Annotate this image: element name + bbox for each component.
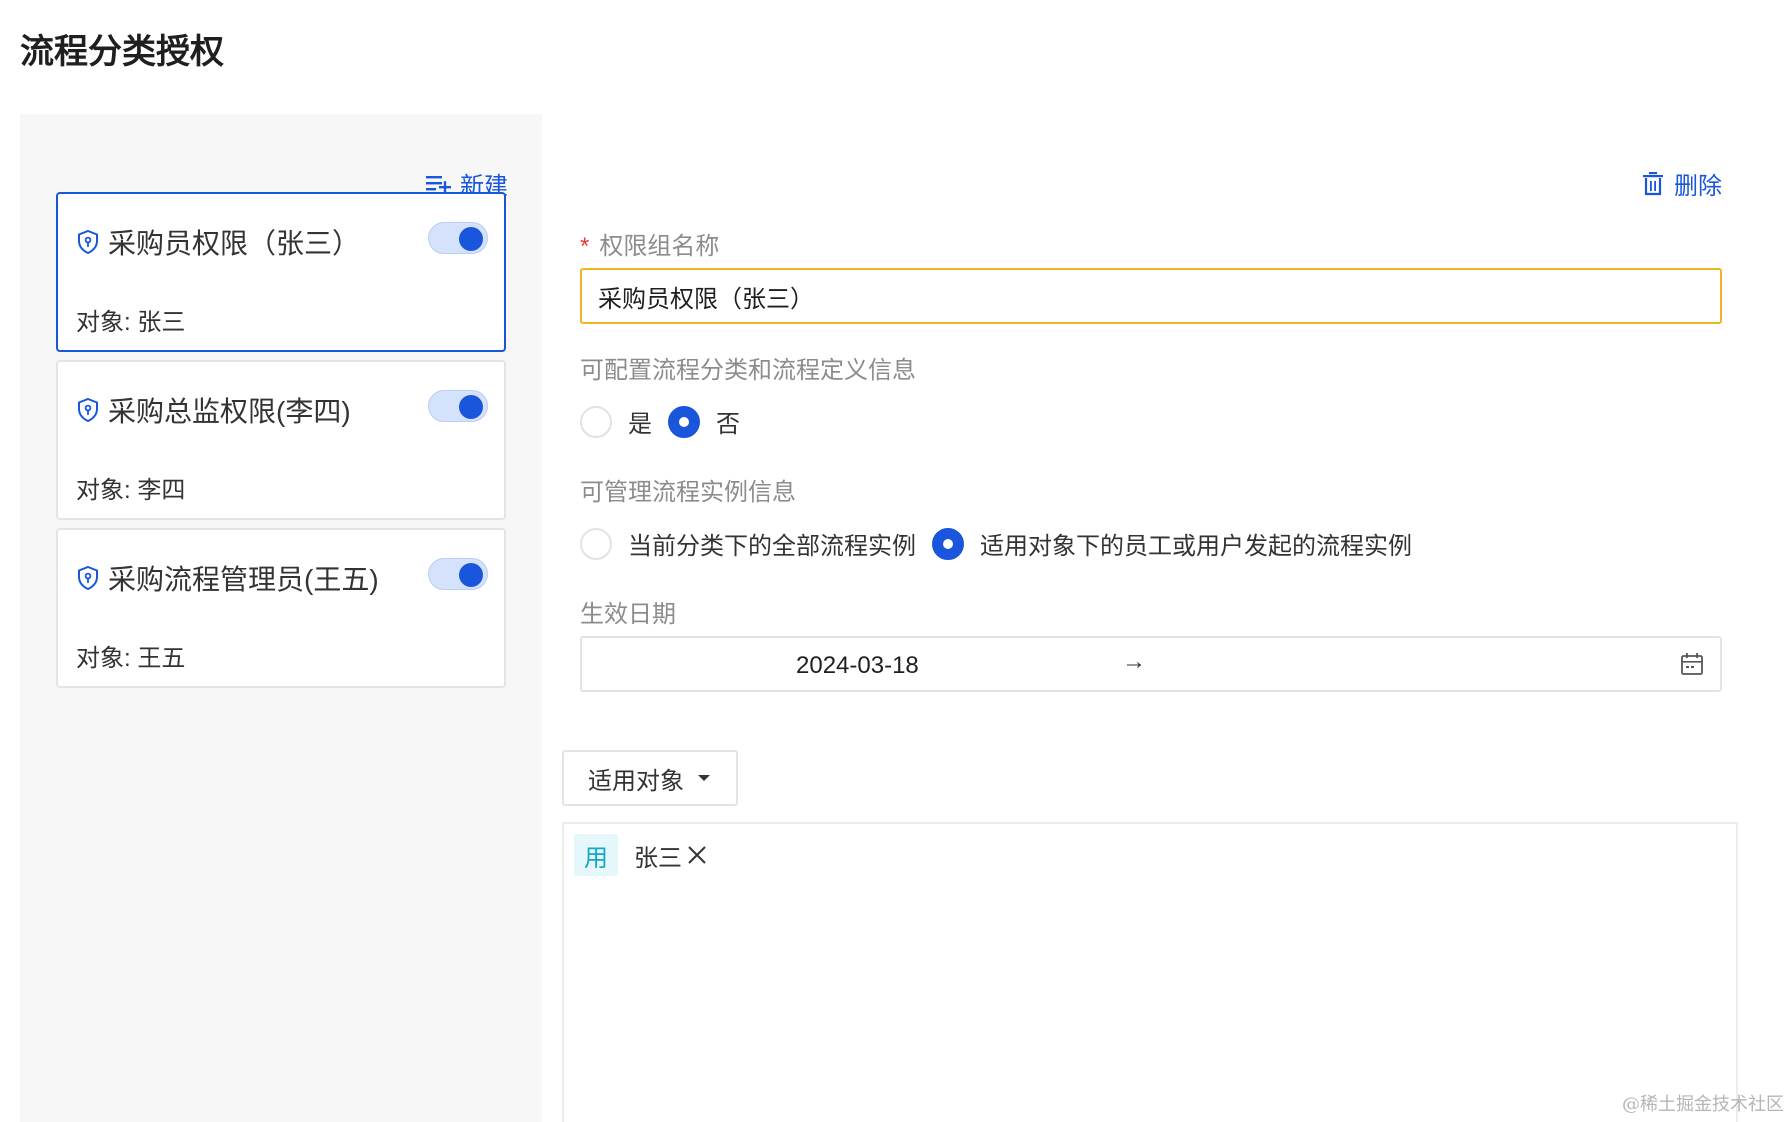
group-enabled-toggle[interactable] (428, 222, 488, 254)
page-title: 流程分类授权 (20, 33, 224, 71)
group-name-label-text: 权限组名称 (599, 233, 720, 260)
scope-dropdown-label: 适用对象 (588, 767, 684, 795)
shield-icon (78, 229, 98, 255)
group-card-2[interactable]: 采购总监权限(李四) 对象: 李四 (56, 360, 506, 520)
group-name-label: * 权限组名称 (580, 226, 719, 261)
scope-tag: 用 张三 (574, 834, 708, 876)
date-start-value[interactable]: 2024-03-18 (796, 652, 919, 680)
config-yes-label[interactable]: 是 (628, 404, 652, 439)
group-card-target: 对象: 李四 (76, 477, 186, 504)
required-mark: * (580, 233, 590, 260)
scope-selection-area[interactable]: 用 张三 (562, 822, 1738, 1122)
manage-instance-radio-group: 当前分类下的全部流程实例 适用对象下的员工或用户发起的流程实例 (580, 526, 1428, 561)
config-no-radio[interactable] (668, 405, 700, 438)
calendar-icon[interactable] (1680, 652, 1704, 676)
config-permission-radio-group: 是 否 (580, 404, 756, 439)
group-enabled-toggle[interactable] (428, 558, 488, 590)
manage-all-label[interactable]: 当前分类下的全部流程实例 (628, 526, 916, 561)
group-card-name: 采购总监权限(李四) (108, 396, 351, 427)
config-yes-radio[interactable] (580, 405, 612, 438)
scope-type-dropdown[interactable]: 适用对象 (562, 750, 738, 806)
group-card-1[interactable]: 采购员权限（张三） 对象: 张三 (56, 192, 506, 352)
manage-scope-radio[interactable] (932, 527, 964, 560)
shield-icon (78, 565, 98, 591)
config-permission-label: 可配置流程分类和流程定义信息 (580, 357, 916, 384)
manage-instance-label: 可管理流程实例信息 (580, 479, 796, 506)
delete-label: 删除 (1674, 173, 1722, 200)
close-icon[interactable] (686, 844, 708, 866)
delete-group-button[interactable]: 删除 (1642, 166, 1722, 201)
watermark: @稀土掘金技术社区 (1622, 1094, 1784, 1115)
effective-date-range-picker[interactable]: 2024-03-18 → (580, 636, 1722, 692)
config-no-label[interactable]: 否 (716, 404, 740, 439)
group-card-target: 对象: 张三 (76, 309, 186, 336)
scope-tag-name: 张三 (634, 844, 682, 872)
trash-icon (1643, 171, 1663, 195)
manage-all-radio[interactable] (580, 527, 612, 560)
group-card-name: 采购流程管理员(王五) (108, 564, 379, 595)
permission-group-list-panel: 新建 采购员权限（张三） 对象: 张三 采购总监权限(李四) 对象: 李四 采购… (20, 114, 542, 1122)
user-type-badge: 用 (574, 834, 618, 876)
shield-icon (78, 397, 98, 423)
group-name-input[interactable] (580, 268, 1722, 324)
group-card-name: 采购员权限（张三） (108, 228, 361, 259)
group-card-3[interactable]: 采购流程管理员(王五) 对象: 王五 (56, 528, 506, 688)
group-card-target: 对象: 王五 (76, 645, 186, 672)
caret-down-icon (698, 775, 710, 781)
effective-date-label: 生效日期 (580, 601, 676, 628)
manage-scope-label[interactable]: 适用对象下的员工或用户发起的流程实例 (980, 526, 1412, 561)
date-range-arrow: → (1122, 648, 1146, 675)
group-enabled-toggle[interactable] (428, 390, 488, 422)
